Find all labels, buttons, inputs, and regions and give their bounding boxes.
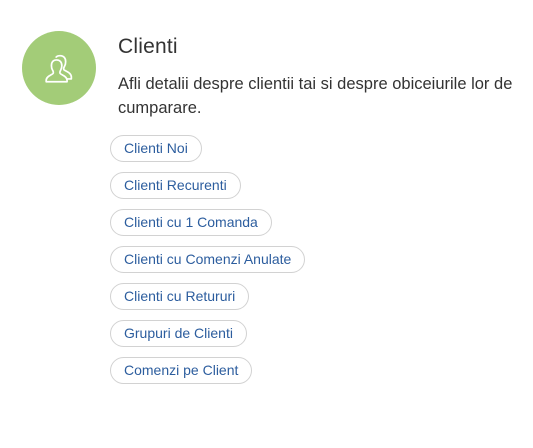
link-grupuri-de-clienti[interactable]: Grupuri de Clienti — [110, 320, 247, 347]
link-clienti-recurenti[interactable]: Clienti Recurenti — [110, 172, 241, 199]
link-clienti-cu-comenzi-anulate[interactable]: Clienti cu Comenzi Anulate — [110, 246, 306, 273]
section-description: Afli detalii despre clientii tai si desp… — [118, 75, 513, 117]
link-clienti-cu-1-comanda[interactable]: Clienti cu 1 Comanda — [110, 209, 272, 236]
section-title: Clienti — [118, 35, 178, 58]
users-icon — [45, 54, 73, 83]
link-comenzi-pe-client[interactable]: Comenzi pe Client — [110, 357, 253, 384]
link-clienti-cu-retururi[interactable]: Clienti cu Retururi — [110, 283, 250, 310]
link-clienti-noi[interactable]: Clienti Noi — [110, 135, 202, 162]
clienti-report-card: Clienti Afli detalii despre clientii tai… — [0, 0, 533, 448]
report-links-list: Clienti Noi Clienti Recurenti Clienti cu… — [110, 135, 306, 384]
section-icon-circle — [22, 31, 96, 105]
